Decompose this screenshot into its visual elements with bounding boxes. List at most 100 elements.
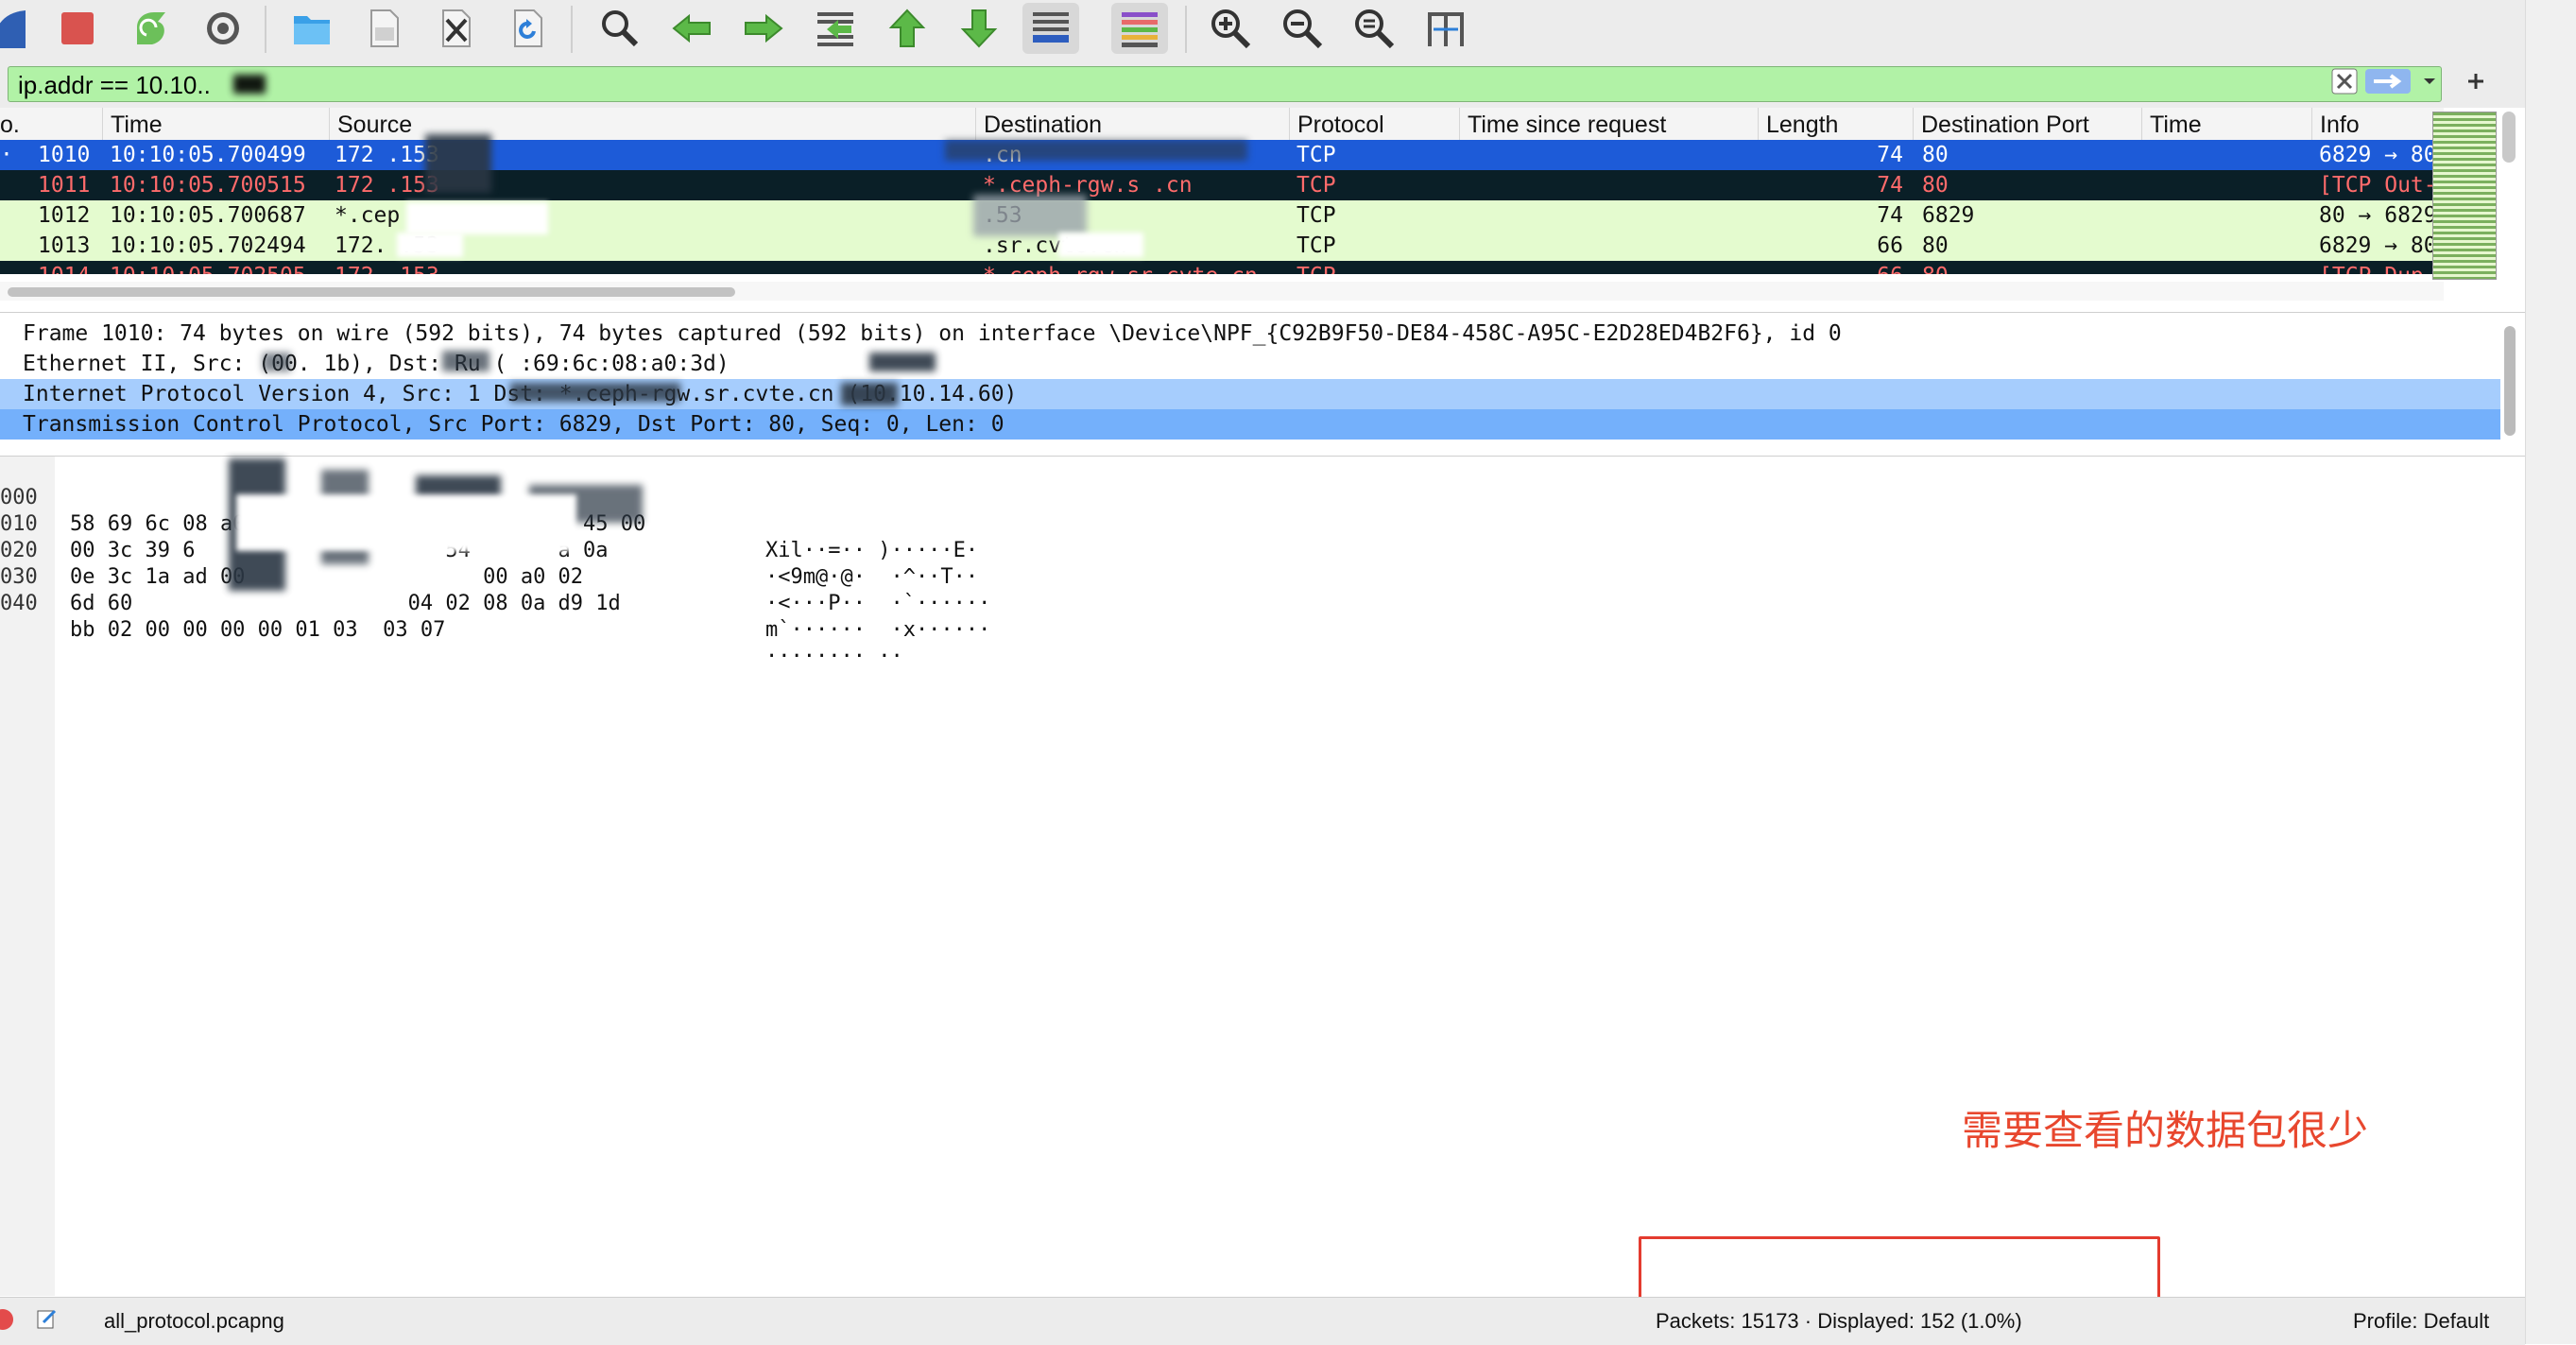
packet-info: [TCP Out- xyxy=(2319,173,2437,198)
bytes-hex[interactable]: 0e 3c 1a ad 00 00 a0 02 xyxy=(70,564,583,591)
packet-dest-port: 80 xyxy=(1922,173,1949,198)
detail-ip-row[interactable]: Internet Protocol Version 4, Src: 1 Dst:… xyxy=(0,379,2500,409)
column-header-protocol[interactable]: Protocol xyxy=(1289,108,1459,142)
go-to-packet-icon[interactable] xyxy=(807,3,864,54)
bytes-ascii[interactable]: Xil··=·· )·····E· xyxy=(765,538,978,564)
packet-dest-port: 80 xyxy=(1922,261,2130,274)
zoom-out-icon[interactable] xyxy=(1274,3,1331,54)
autoscroll-icon[interactable] xyxy=(1022,3,1079,54)
packets-count: Packets: 15173 · Displayed: 152 (1.0%) xyxy=(1656,1309,2022,1333)
bytes-ascii[interactable]: ·<9m@·@· ·^··T·· xyxy=(765,564,978,591)
packet-bytes-pane: 000 58 69 6c 08 a0 3d , bf 1b 08 00 45 0… xyxy=(0,456,2525,1296)
display-filter-value: ip.addr == 10.10.. xyxy=(18,71,211,99)
packet-row[interactable]: 1014 10:10:05.702505 172 .153 *.ceph-rgw… xyxy=(0,261,2444,274)
packet-protocol: TCP xyxy=(1297,261,1457,274)
packet-no: 1014 xyxy=(38,261,94,274)
column-header-time[interactable]: Time xyxy=(102,108,329,142)
packet-protocol: TCP xyxy=(1297,233,1336,258)
packet-length: 74 xyxy=(1877,173,1903,198)
window-right-edge xyxy=(2525,0,2576,1344)
go-first-icon[interactable] xyxy=(879,3,936,54)
display-filter-input[interactable]: ip.addr == 10.10.. xyxy=(8,66,2442,102)
packet-no: 1010 xyxy=(38,143,91,167)
bytes-ascii[interactable]: ·<···P·· ·`······ xyxy=(765,591,990,617)
resize-columns-icon[interactable] xyxy=(1417,3,1474,54)
packet-info: 6829 → 80 xyxy=(2319,143,2437,167)
close-file-icon[interactable] xyxy=(427,3,484,54)
clear-filter-icon[interactable] xyxy=(2330,68,2359,95)
packet-protocol: TCP xyxy=(1297,173,1336,198)
column-header-no[interactable]: o. xyxy=(0,108,102,142)
packet-row[interactable]: 1013 10:10:05.702494 172. .53 .sr.cvte.c… xyxy=(0,231,2444,261)
detail-frame-row[interactable]: Frame 1010: 74 bytes on wire (592 bits),… xyxy=(0,319,2500,349)
column-header-time-since-request[interactable]: Time since request xyxy=(1459,108,1758,142)
shark-fin-icon[interactable] xyxy=(0,3,34,54)
packet-row[interactable]: 1012 10:10:05.700687 *.cep .53 TCP 74 68… xyxy=(0,200,2444,231)
packet-list-header: o. Time Source Destination Protocol Time… xyxy=(0,108,2444,143)
packet-list-intelligent-scrollbar[interactable] xyxy=(2432,112,2497,280)
bytes-row: 000 58 69 6c 08 a0 3d , bf 1b 08 00 45 0… xyxy=(0,458,978,562)
detail-ethernet-row[interactable]: Ethernet II, Src: (00. 1b), Dst: Ru ( :6… xyxy=(0,349,2500,379)
packet-source: 172 .153 xyxy=(335,261,968,274)
packet-protocol: TCP xyxy=(1297,203,1336,228)
apply-filter-icon[interactable] xyxy=(2364,68,2412,95)
capture-file-name: all_protocol.pcapng xyxy=(104,1309,284,1333)
column-header-destination-port[interactable]: Destination Port xyxy=(1913,108,2141,142)
expert-info-icon[interactable] xyxy=(0,1309,13,1330)
bytes-ascii[interactable]: m`······ ·x······ xyxy=(765,617,990,644)
detail-tcp-row[interactable]: Transmission Control Protocol, Src Port:… xyxy=(0,409,2500,440)
save-file-icon[interactable] xyxy=(355,3,412,54)
zoom-in-icon[interactable] xyxy=(1202,3,1259,54)
packet-destination: *.ceph-rgw.sr.cvte.cn xyxy=(983,261,1285,274)
packet-length: 74 xyxy=(1877,143,1903,167)
restart-capture-icon[interactable] xyxy=(123,3,180,54)
column-header-info[interactable]: Info xyxy=(2311,108,2444,142)
bytes-row: 040 bb 02 00 00 00 00 01 03 03 07 ······… xyxy=(0,564,903,668)
bytes-row: 010 00 3c 39 6 54 a 0a ·<9m@·@· ·^··T·· xyxy=(0,485,978,589)
go-forward-icon[interactable] xyxy=(735,3,792,54)
packet-length: 66 xyxy=(1877,233,1903,258)
column-header-destination[interactable]: Destination xyxy=(975,108,1289,142)
packet-no: 1013 xyxy=(38,233,91,258)
filter-history-chevron-down-icon[interactable] xyxy=(2419,68,2440,95)
bytes-hex[interactable]: 6d 60 04 02 08 0a d9 1d xyxy=(70,591,621,617)
packet-info: [TCP Dup xyxy=(2319,261,2444,274)
bytes-row: 020 0e 3c 1a ad 00 00 a0 02 ·<···P·· ·`·… xyxy=(0,511,990,615)
packet-time: 10:10:05.700687 xyxy=(110,203,306,228)
packet-length: 66 xyxy=(1875,261,1903,274)
packet-time: 10:10:05.702494 xyxy=(110,233,306,258)
status-bar: all_protocol.pcapng Packets: 15173 · Dis… xyxy=(0,1297,2525,1345)
packet-protocol: TCP xyxy=(1297,143,1336,167)
capture-comment-icon[interactable] xyxy=(36,1307,59,1336)
stop-capture-icon[interactable] xyxy=(49,3,106,54)
packet-dest-port: 80 xyxy=(1922,143,1949,167)
bytes-ascii[interactable]: ········ ·· xyxy=(765,644,903,670)
packet-list-horizontal-scrollbar[interactable] xyxy=(0,282,2444,301)
capture-options-icon[interactable] xyxy=(195,3,251,54)
open-file-icon[interactable] xyxy=(283,3,340,54)
find-packet-icon[interactable] xyxy=(592,3,648,54)
bytes-hex[interactable]: bb 02 00 00 00 00 01 03 03 07 xyxy=(70,617,445,644)
packet-row[interactable]: 1011 10:10:05.700515 172 .153 *.ceph-rgw… xyxy=(0,170,2444,200)
go-last-icon[interactable] xyxy=(951,3,1007,54)
packet-dest-port: 6829 xyxy=(1922,203,1975,228)
packet-time: 10:10:05.702505 xyxy=(110,261,325,274)
column-header-time-2[interactable]: Time xyxy=(2141,108,2311,142)
profile-label[interactable]: Profile: Default xyxy=(2353,1309,2489,1334)
packet-info: 6829 → 80 xyxy=(2319,233,2437,258)
add-filter-button-plus-icon[interactable] xyxy=(2463,68,2489,95)
packet-dest-port: 80 xyxy=(1922,233,1949,258)
colorize-icon[interactable] xyxy=(1111,3,1168,54)
bytes-row: 030 6d 60 04 02 08 0a d9 1d m`······ ·x·… xyxy=(0,538,990,642)
column-header-length[interactable]: Length xyxy=(1758,108,1913,142)
packet-list-scroll-thumb[interactable] xyxy=(8,287,735,297)
packet-list-vertical-scrollbar[interactable] xyxy=(2502,112,2516,163)
reload-file-icon[interactable] xyxy=(499,3,556,54)
zoom-normal-icon[interactable] xyxy=(1346,3,1402,54)
details-vertical-scrollbar[interactable] xyxy=(2504,326,2516,436)
packet-no: 1012 xyxy=(38,203,91,228)
main-toolbar xyxy=(0,0,2525,63)
annotation-note: 需要查看的数据包很少 xyxy=(1962,1109,2368,1154)
packet-time: 10:10:05.700499 xyxy=(110,143,306,167)
go-back-icon[interactable] xyxy=(663,3,720,54)
